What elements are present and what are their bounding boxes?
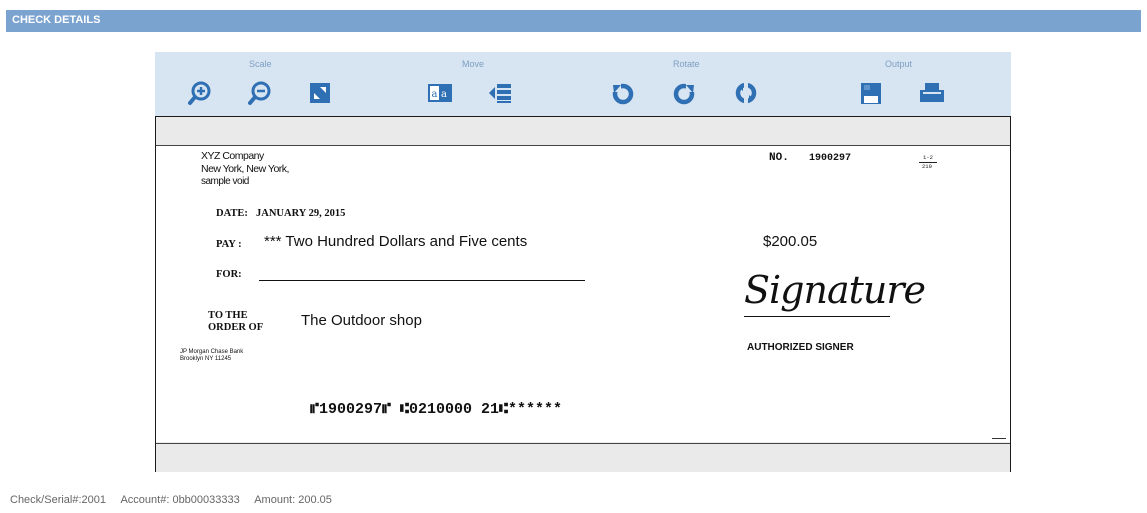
- rotate-left-icon: [611, 83, 634, 105]
- micr-line: ⑈1900297⑈ ⑆0210000 21⑆******: [310, 401, 563, 418]
- date-value: JANUARY 29, 2015: [256, 208, 346, 219]
- to-the-label: TO THE: [208, 310, 248, 321]
- memo-line: [259, 280, 585, 281]
- routing-fraction-bottom: 210: [922, 163, 932, 170]
- zoom-out-button[interactable]: [247, 80, 273, 106]
- flip-button[interactable]: [733, 80, 759, 106]
- page-title: CHECK DETAILS: [12, 14, 101, 26]
- check-image: XYZ Company New York, New York, sample v…: [156, 146, 1010, 442]
- zoom-in-icon: [188, 81, 211, 105]
- move-left-icon: [489, 84, 511, 103]
- scale-group-label: Scale: [249, 59, 272, 69]
- zoom-in-button[interactable]: [187, 80, 213, 106]
- rotate-group-label: Rotate: [673, 59, 700, 69]
- pay-words: *** Two Hundred Dollars and Five cents: [264, 233, 528, 250]
- check-edge-mark: [992, 438, 1006, 439]
- image-bottom-band: [156, 443, 1010, 472]
- check-viewer: Scale Move Rotate Output a a XYZ Company…: [155, 52, 1011, 472]
- svg-text:a: a: [432, 89, 438, 100]
- routing-fraction-top: 1-2: [923, 154, 933, 161]
- toolbar: Scale Move Rotate Output a a: [155, 52, 1011, 116]
- bank-name: JP Morgan Chase Bank: [180, 349, 244, 355]
- toggle-text-icon: a a: [428, 84, 452, 102]
- check-number-label: NO.: [769, 152, 789, 164]
- account-number: Account#: 0bb00033333: [120, 494, 240, 506]
- header-bar: CHECK DETAILS: [6, 10, 1141, 32]
- signature-line: [744, 316, 890, 317]
- sample-note: sample void: [201, 176, 249, 187]
- payee-name: The Outdoor shop: [301, 312, 422, 329]
- memo-label: FOR:: [216, 269, 242, 280]
- check-image-frame: XYZ Company New York, New York, sample v…: [155, 116, 1011, 472]
- save-icon: [861, 83, 881, 104]
- toggle-text-button[interactable]: a a: [427, 80, 453, 106]
- summary-amount: Amount: 200.05: [254, 494, 332, 506]
- fit-to-window-icon: [310, 83, 330, 103]
- print-button[interactable]: [919, 80, 945, 106]
- order-of-label: ORDER OF: [208, 322, 264, 333]
- check-amount: $200.05: [763, 233, 818, 250]
- signer-label: AUTHORIZED SIGNER: [747, 342, 854, 353]
- signature: Signature: [744, 268, 926, 312]
- print-icon: [920, 83, 944, 102]
- payer-name: XYZ Company: [201, 150, 264, 162]
- rotate-right-icon: [673, 83, 696, 105]
- rotate-right-button[interactable]: [671, 80, 697, 106]
- move-group-label: Move: [462, 59, 485, 69]
- zoom-out-icon: [248, 81, 271, 105]
- date-label: DATE:: [216, 208, 248, 219]
- pay-label: PAY :: [216, 239, 242, 250]
- move-left-button[interactable]: [487, 80, 513, 106]
- payer-city: New York, New York,: [201, 163, 289, 175]
- save-button[interactable]: [858, 80, 884, 106]
- serial-number: Check/Serial#:2001: [10, 494, 107, 506]
- fit-to-window-button[interactable]: [307, 80, 333, 106]
- bank-city: Brooklyn NY 11245: [180, 356, 232, 362]
- check-number: 1900297: [809, 153, 852, 164]
- image-top-band: [156, 117, 1010, 146]
- check-summary: Check/Serial#:2001 Account#: 0bb00033333…: [10, 494, 344, 506]
- svg-text:a: a: [441, 89, 447, 100]
- rotate-left-button[interactable]: [610, 80, 636, 106]
- output-group-label: Output: [885, 59, 913, 69]
- flip-icon: [735, 81, 757, 105]
